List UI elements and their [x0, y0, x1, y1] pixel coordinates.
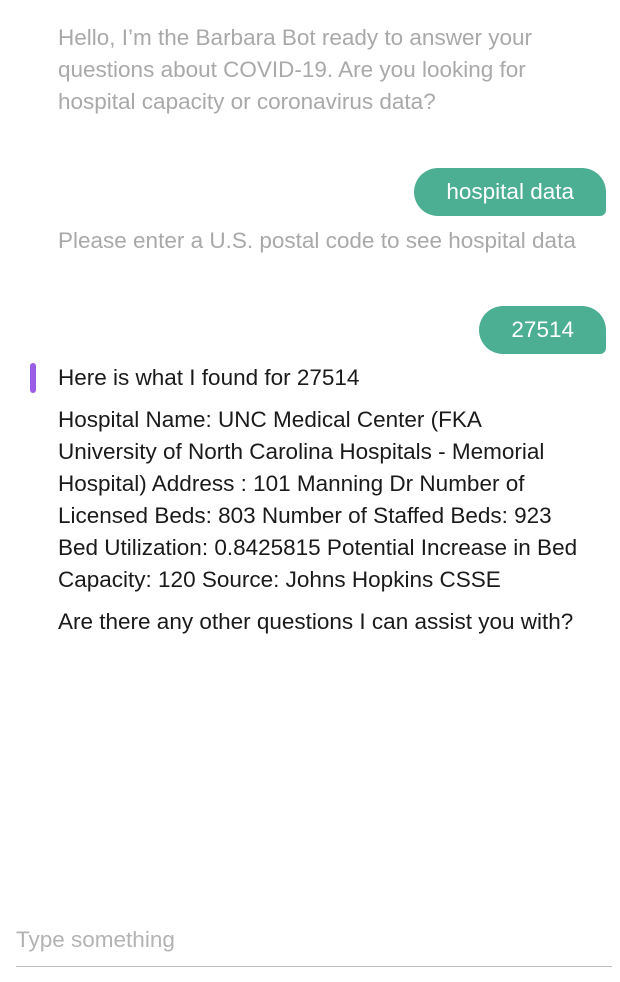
chat-transcript: Hello, I’m the Barbara Bot ready to answ…	[0, 0, 620, 900]
user-message-hospital-data: hospital data	[414, 168, 606, 216]
active-message-indicator	[30, 363, 36, 393]
bot-result-details: Hospital Name: UNC Medical Center (FKA U…	[58, 407, 578, 592]
message-input[interactable]	[16, 918, 612, 962]
bot-message-postal-prompt: Please enter a U.S. postal code to see h…	[58, 228, 576, 253]
bot-message-greeting: Hello, I’m the Barbara Bot ready to answ…	[58, 25, 532, 114]
message-input-area	[16, 918, 612, 967]
bot-result-intro: Here is what I found for 27514	[58, 365, 360, 390]
user-message-zip: 27514	[479, 306, 606, 354]
bot-message-result: Here is what I found for 27514 Hospital …	[58, 362, 578, 638]
bot-result-followup: Are there any other questions I can assi…	[58, 609, 574, 634]
